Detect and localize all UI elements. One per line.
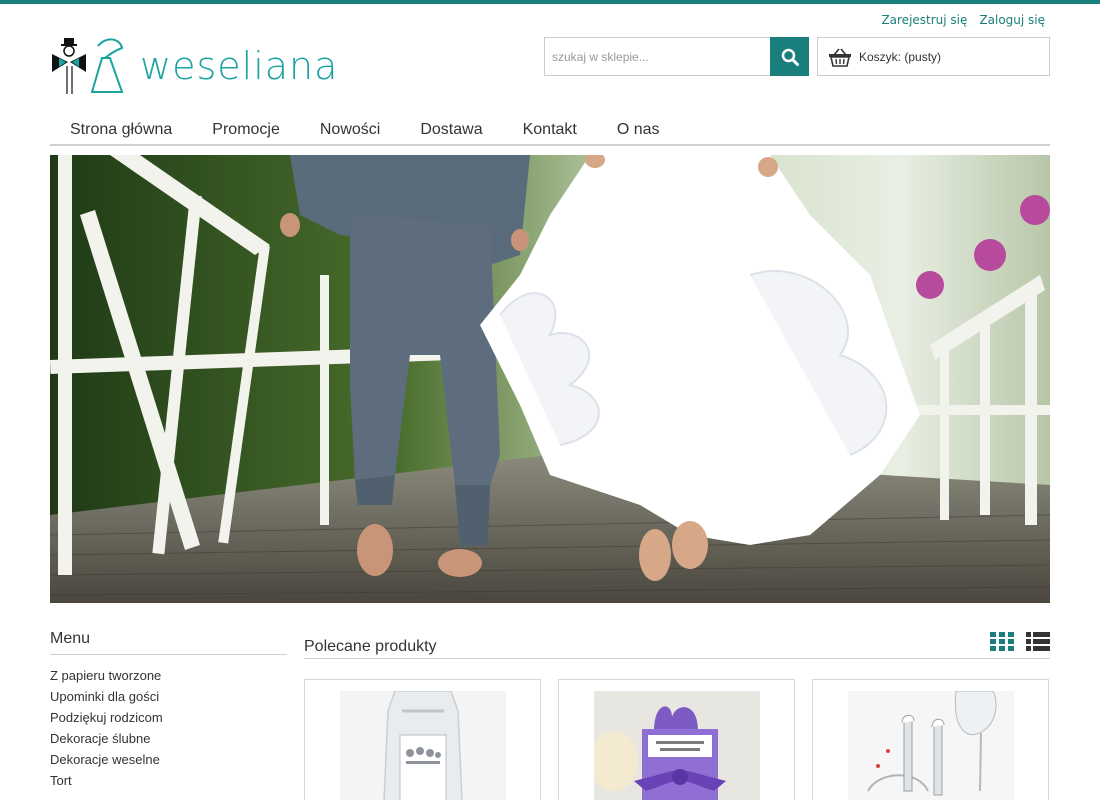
search-icon	[781, 48, 799, 66]
view-toggles	[990, 632, 1050, 652]
search-input[interactable]	[544, 37, 770, 76]
nav-item-new[interactable]: Nowości	[300, 114, 400, 144]
product-image-glasses	[847, 691, 1014, 800]
product-grid	[304, 679, 1049, 800]
top-accent-bar	[0, 0, 1100, 4]
basket-icon	[829, 47, 851, 67]
logo-text: weseliana	[140, 44, 339, 88]
list-view-icon[interactable]	[1026, 632, 1050, 652]
product-card[interactable]	[304, 679, 541, 800]
nav-item-home[interactable]: Strona główna	[50, 114, 192, 144]
wedding-couple-image	[50, 155, 1050, 603]
account-links: Zarejestruj się Zaloguj się	[881, 13, 1045, 27]
product-image-purple-box	[593, 691, 760, 800]
nav-item-about[interactable]: O nas	[597, 114, 680, 144]
product-image-bottle-label	[339, 691, 506, 800]
cart-button[interactable]: Koszyk: (pusty)	[817, 37, 1050, 76]
product-card[interactable]	[558, 679, 795, 800]
sidebar-item-thank-parents[interactable]: Podziękuj rodzicom	[50, 707, 287, 728]
bowtie-dress-logo-icon	[52, 38, 124, 94]
site-logo[interactable]: weseliana	[50, 36, 395, 96]
sidebar-item-guest-gifts[interactable]: Upominki dla gości	[50, 686, 287, 707]
featured-header: Polecane produkty	[304, 624, 1050, 659]
cart-label: Koszyk: (pusty)	[859, 49, 942, 64]
product-card[interactable]	[812, 679, 1049, 800]
nav-item-delivery[interactable]: Dostawa	[400, 114, 502, 144]
sidebar-title: Menu	[50, 630, 287, 655]
login-link[interactable]: Zaloguj się	[979, 13, 1045, 27]
featured-title: Polecane produkty	[304, 638, 437, 655]
main-nav: Strona główna Promocje Nowości Dostawa K…	[50, 114, 1050, 146]
nav-item-promotions[interactable]: Promocje	[192, 114, 300, 144]
search-box	[544, 37, 809, 76]
sidebar-list: Z papieru tworzone Upominki dla gości Po…	[50, 665, 287, 791]
grid-view-icon[interactable]	[990, 632, 1014, 652]
sidebar-item-reception-decor[interactable]: Dekoracje weselne	[50, 749, 287, 770]
sidebar-item-cake[interactable]: Tort	[50, 770, 287, 791]
search-button[interactable]	[770, 37, 809, 76]
sidebar-item-wedding-decor[interactable]: Dekoracje ślubne	[50, 728, 287, 749]
nav-item-contact[interactable]: Kontakt	[503, 114, 597, 144]
hero-banner	[50, 155, 1050, 603]
register-link[interactable]: Zarejestruj się	[881, 13, 967, 27]
sidebar-menu: Menu Z papieru tworzone Upominki dla goś…	[50, 630, 287, 791]
sidebar-item-paper[interactable]: Z papieru tworzone	[50, 665, 287, 686]
